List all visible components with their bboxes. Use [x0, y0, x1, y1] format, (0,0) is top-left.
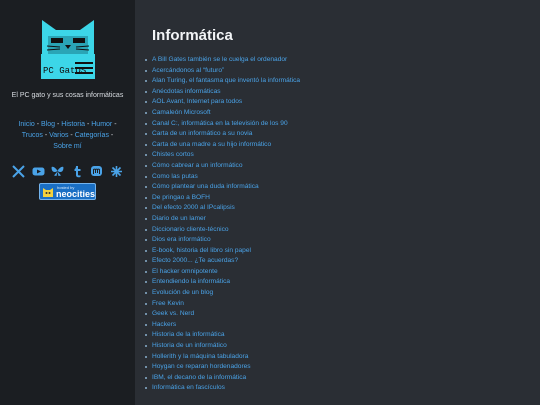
main-content: Informática A Bill Gates también se le c… — [135, 0, 540, 405]
nav-link-humor[interactable]: Humor — [91, 121, 112, 128]
article-link[interactable]: Acercándonos al “futuro” — [145, 66, 300, 77]
article-link[interactable]: Diario de un lamer — [145, 214, 300, 225]
article-link[interactable]: Efecto 2000... ¿Te acuerdas? — [145, 256, 300, 267]
pinwheel-icon[interactable] — [110, 165, 123, 178]
pc-gatos-logo[interactable]: PC GatOS — [35, 16, 101, 82]
article-link[interactable]: Diccionario cliente-técnico — [145, 225, 300, 236]
article-link[interactable]: Del efecto 2000 al IPcalipsis — [145, 203, 300, 214]
article-list: A Bill Gates también se le cuelga el ord… — [145, 55, 300, 394]
article-link[interactable]: Chistes cortos — [145, 150, 300, 161]
article-link[interactable]: Hollerith y la máquina tabuladora — [145, 352, 300, 363]
site-tagline: El PC gato y sus cosas informáticas — [11, 92, 124, 99]
article-link[interactable]: Carta de un informático a su novia — [145, 129, 300, 140]
article-link[interactable]: Hackers — [145, 320, 300, 331]
article-link[interactable]: Historia de la informática — [145, 330, 300, 341]
logo-text: PC GatOS — [43, 66, 86, 76]
article-link[interactable]: Free Kevin — [145, 299, 300, 310]
youtube-icon[interactable] — [32, 165, 45, 178]
nav-link-categorias[interactable]: Categorías — [75, 132, 109, 139]
nav-link-inicio[interactable]: Inicio — [18, 121, 34, 128]
article-link[interactable]: Carta de una madre a su hijo informático — [145, 140, 300, 151]
article-link[interactable]: Geek vs. Nerd — [145, 309, 300, 320]
article-link[interactable]: Informática en fascículos — [145, 383, 300, 394]
article-link[interactable]: Historia de un informático — [145, 341, 300, 352]
article-link[interactable]: Evolución de un blog — [145, 288, 300, 299]
article-link[interactable]: Como las putas — [145, 172, 300, 183]
article-link[interactable]: Camaleón Microsoft — [145, 108, 300, 119]
mastodon-icon[interactable] — [90, 165, 103, 178]
nav-link-blog[interactable]: Blog — [41, 121, 55, 128]
article-link[interactable]: Dios era informático — [145, 235, 300, 246]
article-link[interactable]: De pringao a BOFH — [145, 193, 300, 204]
article-link[interactable]: AOL Avant, Internet para todos — [145, 97, 300, 108]
nav-link-historia[interactable]: Historia — [61, 121, 85, 128]
tumblr-icon[interactable] — [71, 165, 84, 178]
article-link[interactable]: A Bill Gates también se le cuelga el ord… — [145, 55, 300, 66]
social-links — [12, 164, 123, 178]
nav-link-trucos[interactable]: Trucos — [22, 132, 43, 139]
article-link[interactable]: Canal C:, informática en la televisión d… — [145, 119, 300, 130]
article-link[interactable]: Hoygan ce reparan hordenadores — [145, 362, 300, 373]
article-link[interactable]: El hacker omnipotente — [145, 267, 300, 278]
article-link[interactable]: Cómo plantear una duda informática — [145, 182, 300, 193]
neocities-cat-icon — [43, 188, 53, 197]
badge-neocities: neocities — [56, 189, 96, 199]
x-icon[interactable] — [12, 164, 25, 178]
article-link[interactable]: E-book, historia del libro sin papel — [145, 246, 300, 257]
site-navigation: Inicio - Blog - Historia - Humor - Truco… — [12, 119, 123, 152]
article-link[interactable]: Anécdotas informáticas — [145, 87, 300, 98]
sidebar: PC GatOS El PC gato y sus cosas informát… — [0, 0, 135, 405]
page-title: Informática — [152, 27, 233, 44]
bluesky-icon[interactable] — [51, 165, 64, 178]
nav-link-varios[interactable]: Varios — [49, 132, 68, 139]
article-link[interactable]: IBM, el decano de la informática — [145, 373, 300, 384]
nav-separator: - — [112, 121, 117, 128]
neocities-badge[interactable]: hosted by neocities — [39, 183, 96, 200]
article-link[interactable]: Entendiendo la informática — [145, 277, 300, 288]
nav-link-sobre-mi[interactable]: Sobre mí — [53, 143, 81, 150]
nav-separator: - — [108, 132, 114, 139]
article-link[interactable]: Alan Turing, el fantasma que inventó la … — [145, 76, 300, 87]
article-link[interactable]: Cómo cabrear a un informático — [145, 161, 300, 172]
